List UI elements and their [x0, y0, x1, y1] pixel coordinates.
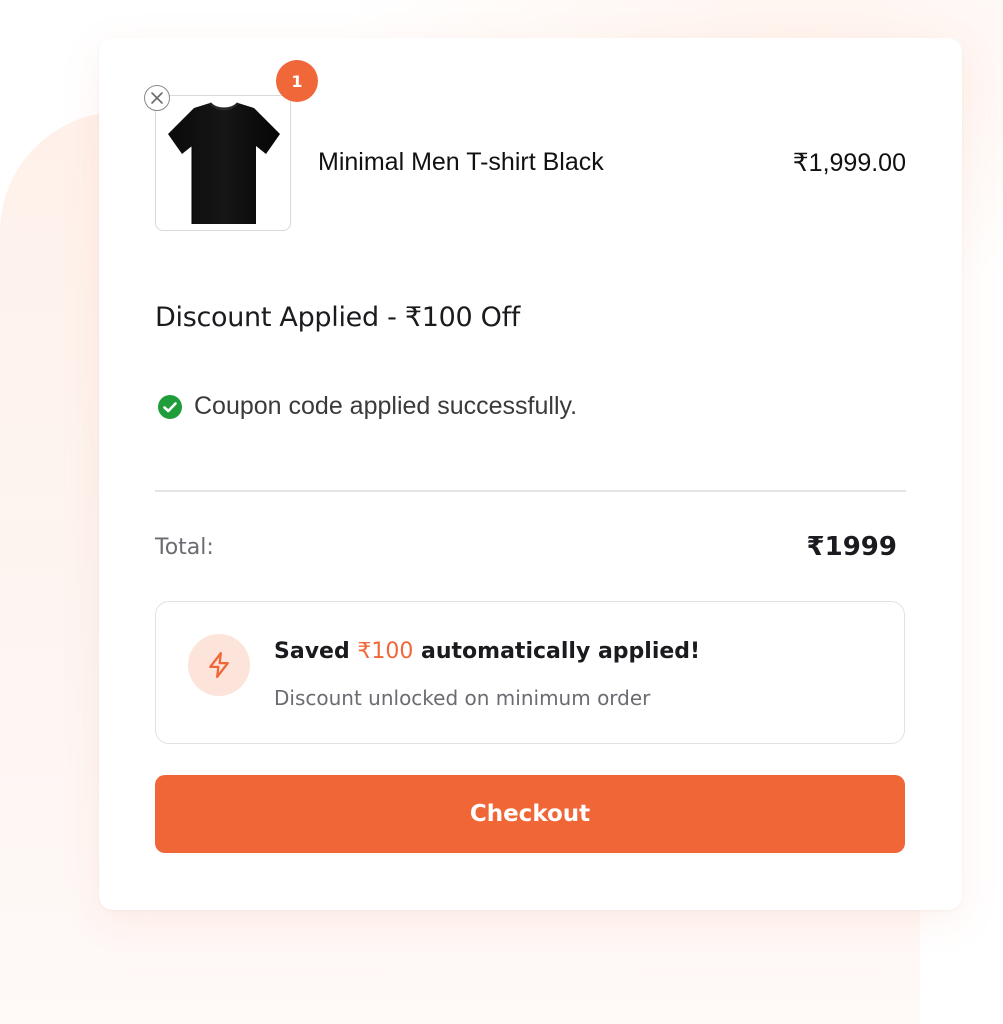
page-background: 1 Minimal Men T-shirt Black ₹1,999.00 Di…	[0, 0, 1003, 1024]
total-value: ₹1999	[806, 532, 897, 562]
discount-title: Discount Applied - ₹100 Off	[155, 302, 520, 333]
savings-prefix: Saved	[274, 639, 358, 664]
close-icon	[151, 92, 163, 104]
product-name: Minimal Men T-shirt Black	[318, 148, 604, 176]
savings-icon-badge	[188, 634, 250, 696]
savings-suffix: automatically applied!	[413, 639, 701, 664]
coupon-status: Coupon code applied successfully.	[157, 392, 577, 421]
quantity-badge: 1	[276, 60, 318, 102]
savings-amount: ₹100	[357, 639, 414, 664]
savings-notice: Saved ₹100 automatically applied! Discou…	[155, 601, 905, 744]
check-circle-icon	[158, 394, 182, 419]
divider	[155, 490, 906, 492]
product-price: ₹1,999.00	[792, 149, 906, 177]
total-label: Total:	[155, 535, 214, 560]
checkout-button[interactable]: Checkout	[155, 775, 905, 853]
savings-subtitle: Discount unlocked on minimum order	[274, 686, 651, 710]
coupon-status-text: Coupon code applied successfully.	[194, 392, 578, 420]
savings-headline: Saved ₹100 automatically applied!	[274, 639, 700, 664]
lightning-bolt-icon	[209, 652, 229, 678]
remove-item-button[interactable]	[144, 85, 170, 111]
cart-card: 1 Minimal Men T-shirt Black ₹1,999.00 Di…	[99, 38, 962, 910]
tshirt-image	[168, 102, 280, 224]
product-thumbnail[interactable]	[155, 95, 291, 231]
